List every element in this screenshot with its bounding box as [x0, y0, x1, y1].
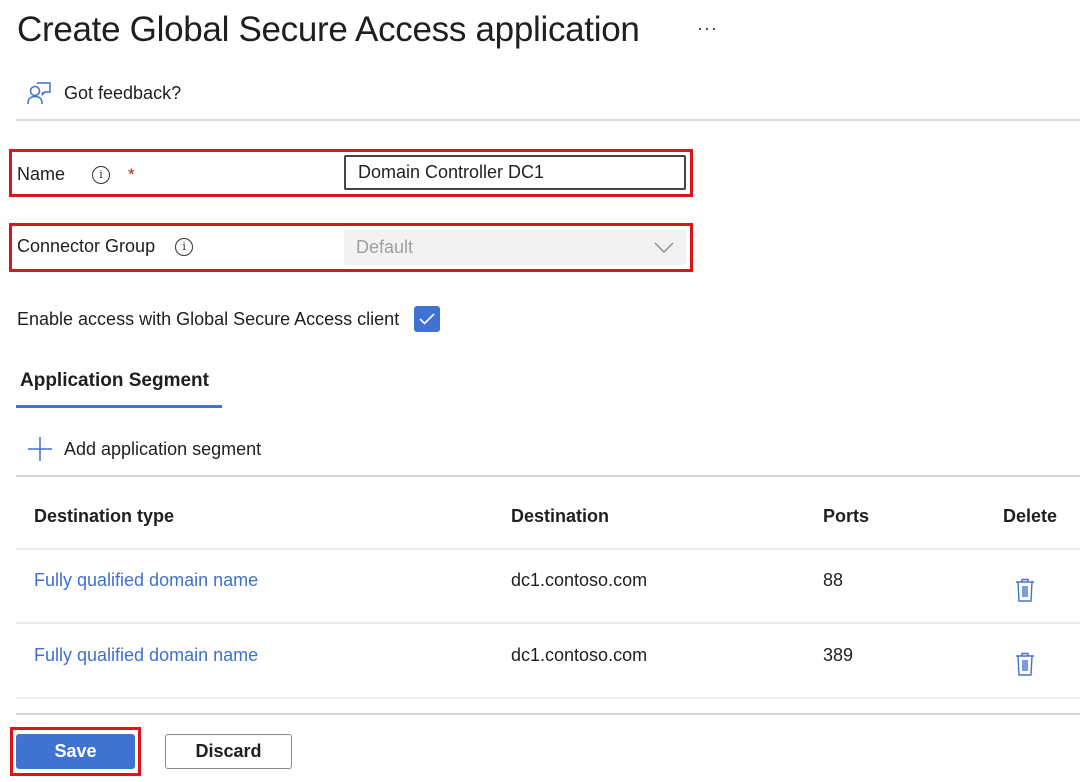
name-label: Name — [17, 164, 66, 184]
row-divider — [16, 548, 1080, 550]
more-options-button[interactable]: ··· — [697, 18, 718, 39]
name-label-group: Name i * — [17, 164, 135, 185]
discard-button[interactable]: Discard — [165, 734, 292, 769]
enable-access-label: Enable access with Global Secure Access … — [17, 308, 400, 329]
trash-icon[interactable] — [1015, 578, 1035, 602]
feedback-button[interactable]: Got feedback? — [26, 80, 181, 106]
info-icon[interactable]: i — [175, 237, 194, 256]
save-button[interactable]: Save — [16, 734, 135, 769]
chevron-down-icon — [654, 242, 674, 253]
connector-group-select[interactable]: Default — [344, 230, 686, 265]
ports-cell: 389 — [823, 645, 854, 665]
feedback-label: Got feedback? — [64, 82, 182, 103]
row-divider — [16, 697, 1080, 699]
column-header-ports: Ports — [823, 506, 870, 526]
info-icon[interactable]: i — [92, 165, 111, 184]
segment-divider — [16, 475, 1080, 477]
required-asterisk: * — [128, 164, 135, 184]
destination-cell: dc1.contoso.com — [511, 570, 648, 590]
name-input[interactable]: Domain Controller DC1 — [344, 155, 686, 190]
destination-type-link[interactable]: Fully qualified domain name — [34, 570, 258, 591]
enable-access-row: Enable access with Global Secure Access … — [17, 306, 441, 332]
tab-active-indicator — [16, 405, 222, 408]
checkmark-icon — [419, 313, 435, 325]
destination-cell: dc1.contoso.com — [511, 645, 648, 665]
row-divider — [16, 622, 1080, 624]
plus-icon — [28, 437, 52, 461]
enable-access-checkbox[interactable] — [414, 306, 441, 332]
destination-type-link[interactable]: Fully qualified domain name — [34, 645, 258, 666]
feedback-icon — [27, 82, 51, 105]
add-application-segment-button[interactable]: Add application segment — [27, 436, 261, 462]
connector-group-selected: Default — [356, 237, 414, 257]
column-header-destination-type: Destination type — [34, 506, 175, 526]
name-input-value: Domain Controller DC1 — [358, 162, 545, 182]
tab-label: Application Segment — [20, 370, 209, 391]
column-header-delete: Delete — [1003, 506, 1058, 526]
footer-divider — [16, 713, 1080, 715]
add-application-segment-label: Add application segment — [64, 438, 262, 459]
page-title: Create Global Secure Access application — [17, 10, 640, 49]
ports-cell: 88 — [823, 570, 844, 590]
header-divider — [16, 119, 1080, 121]
connector-group-label-group: Connector Group i — [17, 236, 194, 257]
trash-icon[interactable] — [1015, 652, 1035, 676]
tab-application-segment[interactable]: Application Segment — [16, 368, 222, 408]
connector-group-label: Connector Group — [17, 236, 156, 256]
column-header-destination: Destination — [511, 506, 610, 526]
